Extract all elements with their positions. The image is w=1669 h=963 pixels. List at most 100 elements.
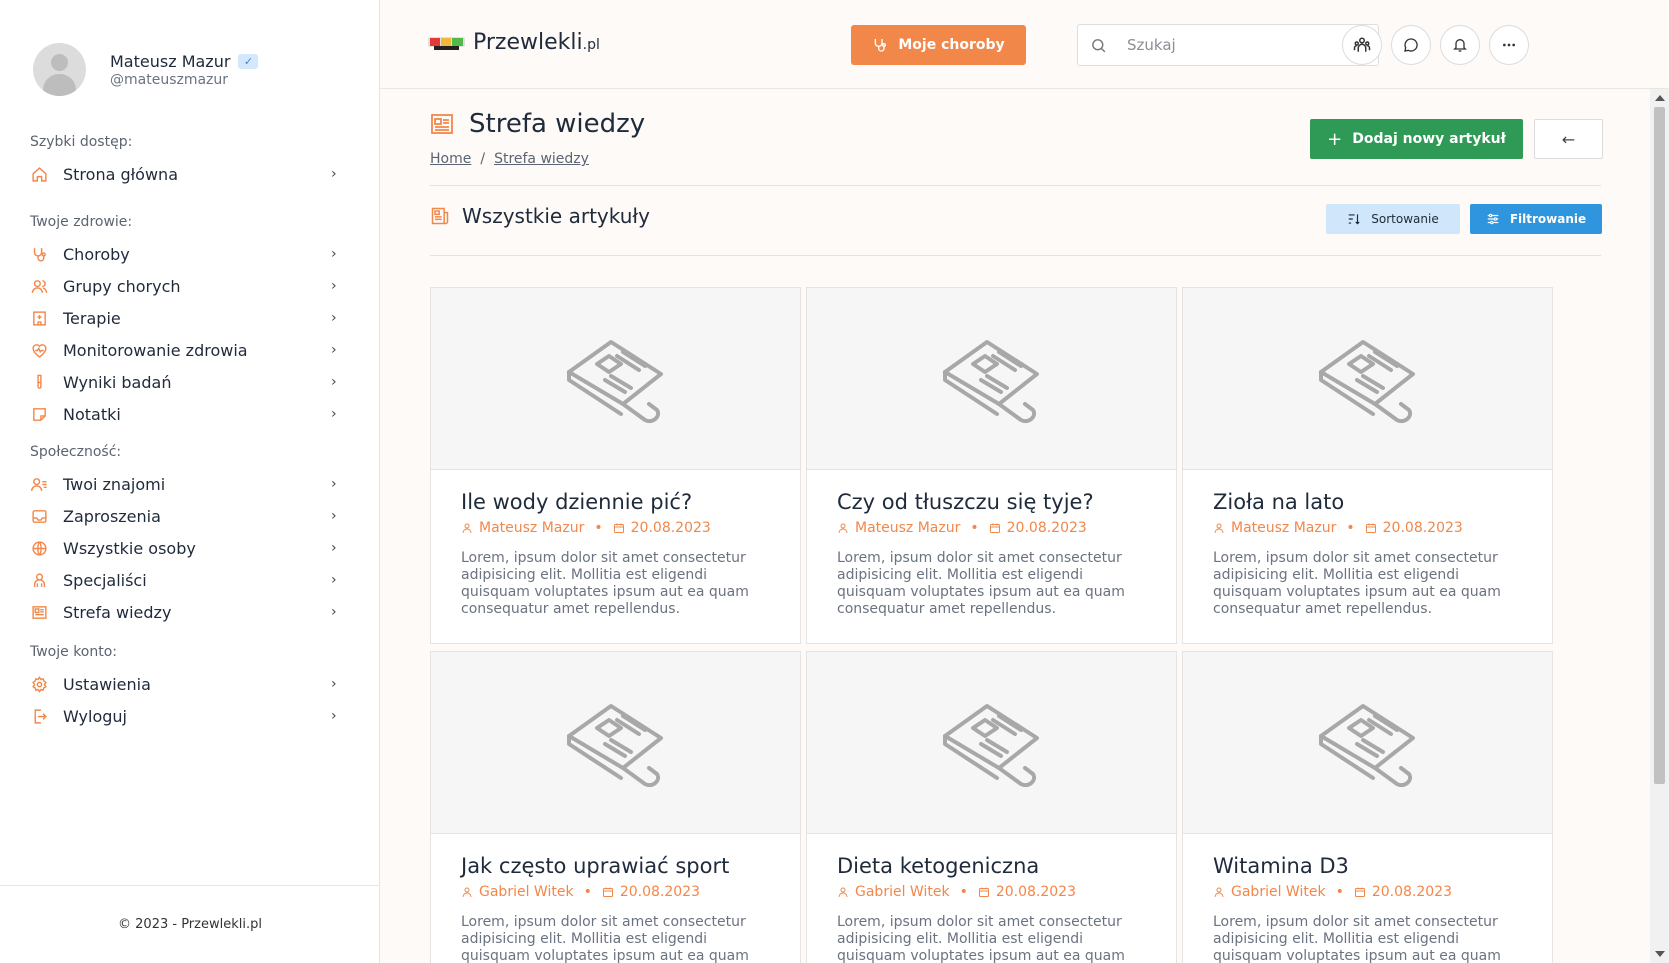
breadcrumb-separator: /	[480, 151, 486, 167]
article-title[interactable]: Dieta ketogeniczna	[837, 854, 1146, 878]
breadcrumb-home-link[interactable]: Home	[430, 151, 471, 167]
article-image-placeholder[interactable]	[1183, 288, 1552, 470]
article-title[interactable]: Zioła na lato	[1213, 490, 1522, 514]
meta-separator: •	[1346, 520, 1355, 536]
sidebar-item-specialists[interactable]: Specjaliści ›	[30, 564, 345, 596]
filter-button[interactable]: Filtrowanie	[1470, 204, 1602, 234]
sort-button[interactable]: Sortowanie	[1326, 204, 1460, 234]
chevron-right-icon: ›	[331, 508, 337, 524]
user-icon	[1214, 887, 1224, 898]
newspaper-placeholder-icon	[1318, 703, 1415, 787]
plus-icon: +	[1327, 128, 1343, 150]
calendar-icon	[613, 523, 624, 533]
search-input[interactable]	[1127, 36, 1347, 54]
breadcrumb-current-link[interactable]: Strefa wiedzy	[494, 151, 589, 167]
article-meta: Mateusz Mazur • 20.08.2023	[461, 520, 770, 536]
sidebar-item-test-results[interactable]: Wyniki badań ›	[30, 366, 345, 398]
article-author[interactable]: Gabriel Witek	[855, 884, 950, 900]
note-icon	[30, 405, 48, 423]
logo[interactable]: Przewlekli.pl	[428, 30, 600, 55]
article-date: 20.08.2023	[1382, 520, 1463, 536]
article-meta: Mateusz Mazur • 20.08.2023	[1213, 520, 1522, 536]
messages-button[interactable]	[1391, 25, 1431, 65]
article-image-placeholder[interactable]	[807, 652, 1176, 834]
sidebar-item-patient-groups[interactable]: Grupy chorych ›	[30, 270, 345, 302]
notifications-button[interactable]	[1440, 25, 1480, 65]
main-content: Strefa wiedzy Home / Strefa wiedzy + Dodaj…	[380, 89, 1650, 963]
article-author[interactable]: Mateusz Mazur	[479, 520, 584, 536]
specialist-icon	[30, 571, 48, 589]
add-article-button[interactable]: + Dodaj nowy artykuł	[1310, 119, 1523, 159]
sidebar-item-friends[interactable]: Twoi znajomi ›	[30, 468, 345, 500]
my-diseases-button[interactable]: Moje choroby	[851, 25, 1026, 65]
scroll-down-arrow-icon[interactable]	[1655, 951, 1665, 957]
article-card[interactable]: Jak często uprawiać sport Gabriel Witek …	[430, 651, 801, 963]
sidebar-item-knowledge-zone[interactable]: Strefa wiedzy ›	[30, 596, 345, 628]
user-list-icon	[30, 475, 48, 493]
chevron-right-icon: ›	[331, 166, 337, 182]
article-card[interactable]: Zioła na lato Mateusz Mazur • 20.08.2023…	[1182, 287, 1553, 644]
friends-button[interactable]	[1342, 25, 1382, 65]
user-icon	[838, 887, 848, 898]
articles-icon	[431, 207, 449, 225]
article-image-placeholder[interactable]	[431, 288, 800, 470]
sidebar-item-logout[interactable]: Wyloguj ›	[30, 700, 345, 732]
article-title[interactable]: Jak często uprawiać sport	[461, 854, 770, 878]
back-button[interactable]: ←	[1534, 119, 1603, 159]
meta-separator: •	[959, 884, 968, 900]
nav-section-community: Społeczność: Twoi znajomi › Zaproszenia …	[30, 444, 345, 628]
newspaper-placeholder-icon	[566, 703, 663, 787]
sidebar-item-notes[interactable]: Notatki ›	[30, 398, 345, 430]
article-author[interactable]: Gabriel Witek	[479, 884, 574, 900]
inbox-icon	[30, 507, 48, 525]
profile[interactable]: Mateusz Mazur ✓ @mateuszmazur	[33, 43, 259, 96]
article-card[interactable]: Czy od tłuszczu się tyje? Mateusz Mazur …	[806, 287, 1177, 644]
avatar[interactable]	[33, 43, 86, 96]
sidebar-item-invitations[interactable]: Zaproszenia ›	[30, 500, 345, 532]
user-icon	[462, 887, 472, 898]
meta-separator: •	[1335, 884, 1344, 900]
section-title: Wszystkie artykuły	[462, 204, 650, 228]
sidebar-item-therapies[interactable]: Terapie ›	[30, 302, 345, 334]
article-title[interactable]: Witamina D3	[1213, 854, 1522, 878]
sidebar-item-label: Twoi znajomi	[63, 474, 166, 494]
nav-section-title: Szybki dostęp:	[30, 134, 133, 150]
sliders-icon	[1487, 213, 1499, 225]
article-author[interactable]: Gabriel Witek	[1231, 884, 1326, 900]
article-card[interactable]: Witamina D3 Gabriel Witek • 20.08.2023 L…	[1182, 651, 1553, 963]
article-title[interactable]: Czy od tłuszczu się tyje?	[837, 490, 1146, 514]
sidebar-item-diseases[interactable]: Choroby ›	[30, 238, 345, 270]
sidebar-item-health-monitoring[interactable]: Monitorowanie zdrowia ›	[30, 334, 345, 366]
scrollbar-thumb[interactable]	[1654, 107, 1665, 784]
article-author[interactable]: Mateusz Mazur	[855, 520, 960, 536]
newspaper-placeholder-icon	[942, 339, 1039, 423]
chat-bubble-icon	[1404, 38, 1418, 52]
sidebar-item-all-people[interactable]: Wszystkie osoby ›	[30, 532, 345, 564]
article-image-placeholder[interactable]	[431, 652, 800, 834]
newspaper-icon	[30, 603, 48, 621]
nav-section-account: Twoje konto: Ustawienia › Wyloguj ›	[30, 644, 345, 732]
article-title[interactable]: Ile wody dziennie pić?	[461, 490, 770, 514]
search-box[interactable]	[1077, 24, 1379, 66]
profile-handle: @mateuszmazur	[110, 71, 229, 88]
logo-badge-icon	[428, 35, 465, 50]
newspaper-placeholder-icon	[566, 339, 663, 423]
sidebar-item-settings[interactable]: Ustawienia ›	[30, 668, 345, 700]
vertical-scrollbar[interactable]	[1650, 89, 1669, 963]
article-image-placeholder[interactable]	[807, 288, 1176, 470]
sidebar-item-home[interactable]: Strona główna ›	[30, 158, 345, 190]
section-header: Wszystkie artykuły Sortowanie Filtrowani…	[430, 194, 1602, 256]
scroll-up-arrow-icon[interactable]	[1655, 95, 1665, 101]
more-options-button[interactable]	[1489, 25, 1529, 65]
article-author[interactable]: Mateusz Mazur	[1231, 520, 1336, 536]
article-card[interactable]: Dieta ketogeniczna Gabriel Witek • 20.08…	[806, 651, 1177, 963]
sidebar-item-label: Wszystkie osoby	[63, 538, 196, 558]
article-card[interactable]: Ile wody dziennie pić? Mateusz Mazur • 2…	[430, 287, 801, 644]
article-meta: Gabriel Witek • 20.08.2023	[837, 884, 1146, 900]
chevron-right-icon: ›	[331, 572, 337, 588]
nav-section-title: Twoje zdrowie:	[30, 214, 133, 230]
chevron-right-icon: ›	[331, 310, 337, 326]
topbar: Przewlekli.pl Moje choroby	[380, 0, 1669, 89]
chevron-right-icon: ›	[331, 374, 337, 390]
article-image-placeholder[interactable]	[1183, 652, 1552, 834]
